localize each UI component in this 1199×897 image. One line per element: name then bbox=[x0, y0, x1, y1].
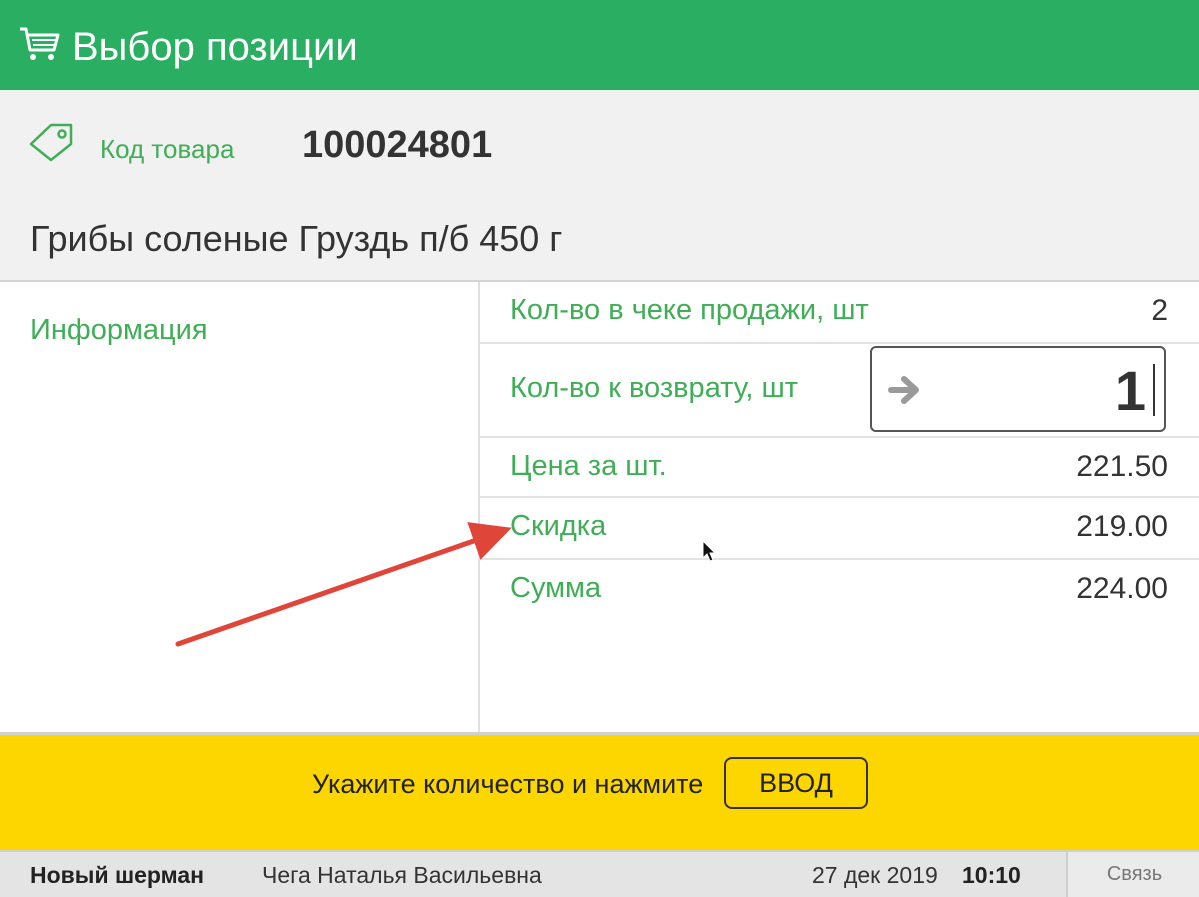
status-time: 10:10 bbox=[962, 862, 1021, 888]
sum-label: Сумма bbox=[510, 572, 602, 604]
sale-qty-label: Кол-во в чеке продажи, шт bbox=[510, 294, 869, 326]
discount-value: 219.00 bbox=[1076, 510, 1168, 543]
connection-button[interactable]: Связь bbox=[1066, 852, 1199, 897]
detail-row-sale-qty: Кол-во в чеке продажи, шт 2 bbox=[480, 282, 1199, 344]
header-bar: Выбор позиции bbox=[0, 0, 1199, 90]
detail-row-return-qty: Кол-во к возврату, шт 1 bbox=[480, 342, 1199, 438]
product-code-value: 100024801 bbox=[302, 124, 493, 166]
status-date: 27 дек 2019 bbox=[812, 862, 938, 888]
unit-price-value: 221.50 bbox=[1076, 450, 1168, 483]
product-code-label: Код товара bbox=[100, 134, 235, 164]
cashier-name: Чега Наталья Васильевна bbox=[262, 862, 542, 888]
unit-price-label: Цена за шт. bbox=[510, 450, 667, 482]
discount-label: Скидка bbox=[510, 510, 607, 542]
prompt-text: Укажите количество и нажмите bbox=[312, 769, 704, 799]
return-qty-label: Кол-во к возврату, шт bbox=[510, 372, 799, 404]
prompt-bar: Укажите количество и нажмите ВВОД bbox=[0, 732, 1199, 850]
product-info-panel: Код товара 100024801 Грибы соленые Грузд… bbox=[0, 90, 1199, 282]
page-title: Выбор позиции bbox=[72, 25, 358, 69]
info-section: Информация bbox=[0, 282, 480, 732]
cart-icon bbox=[20, 27, 60, 60]
sale-qty-value: 2 bbox=[1151, 294, 1168, 327]
status-bar: Новый шерман Чега Наталья Васильевна 27 … bbox=[0, 850, 1199, 897]
sum-value: 224.00 bbox=[1076, 572, 1168, 605]
detail-row-discount: Скидка 219.00 bbox=[480, 496, 1199, 560]
enter-button[interactable]: ВВОД bbox=[724, 757, 868, 809]
product-name: Грибы соленые Груздь п/б 450 г bbox=[30, 218, 563, 259]
detail-row-sum: Сумма 224.00 bbox=[480, 558, 1199, 732]
return-qty-input[interactable]: 1 bbox=[870, 346, 1166, 432]
mouse-pointer-icon bbox=[702, 540, 717, 562]
arrow-right-icon bbox=[888, 376, 919, 404]
tag-icon bbox=[29, 123, 73, 162]
text-cursor bbox=[1153, 364, 1155, 416]
store-name: Новый шерман bbox=[30, 862, 205, 888]
return-qty-value: 1 bbox=[1114, 359, 1146, 422]
detail-row-unit-price: Цена за шт. 221.50 bbox=[480, 436, 1199, 498]
info-section-title: Информация bbox=[30, 314, 208, 346]
